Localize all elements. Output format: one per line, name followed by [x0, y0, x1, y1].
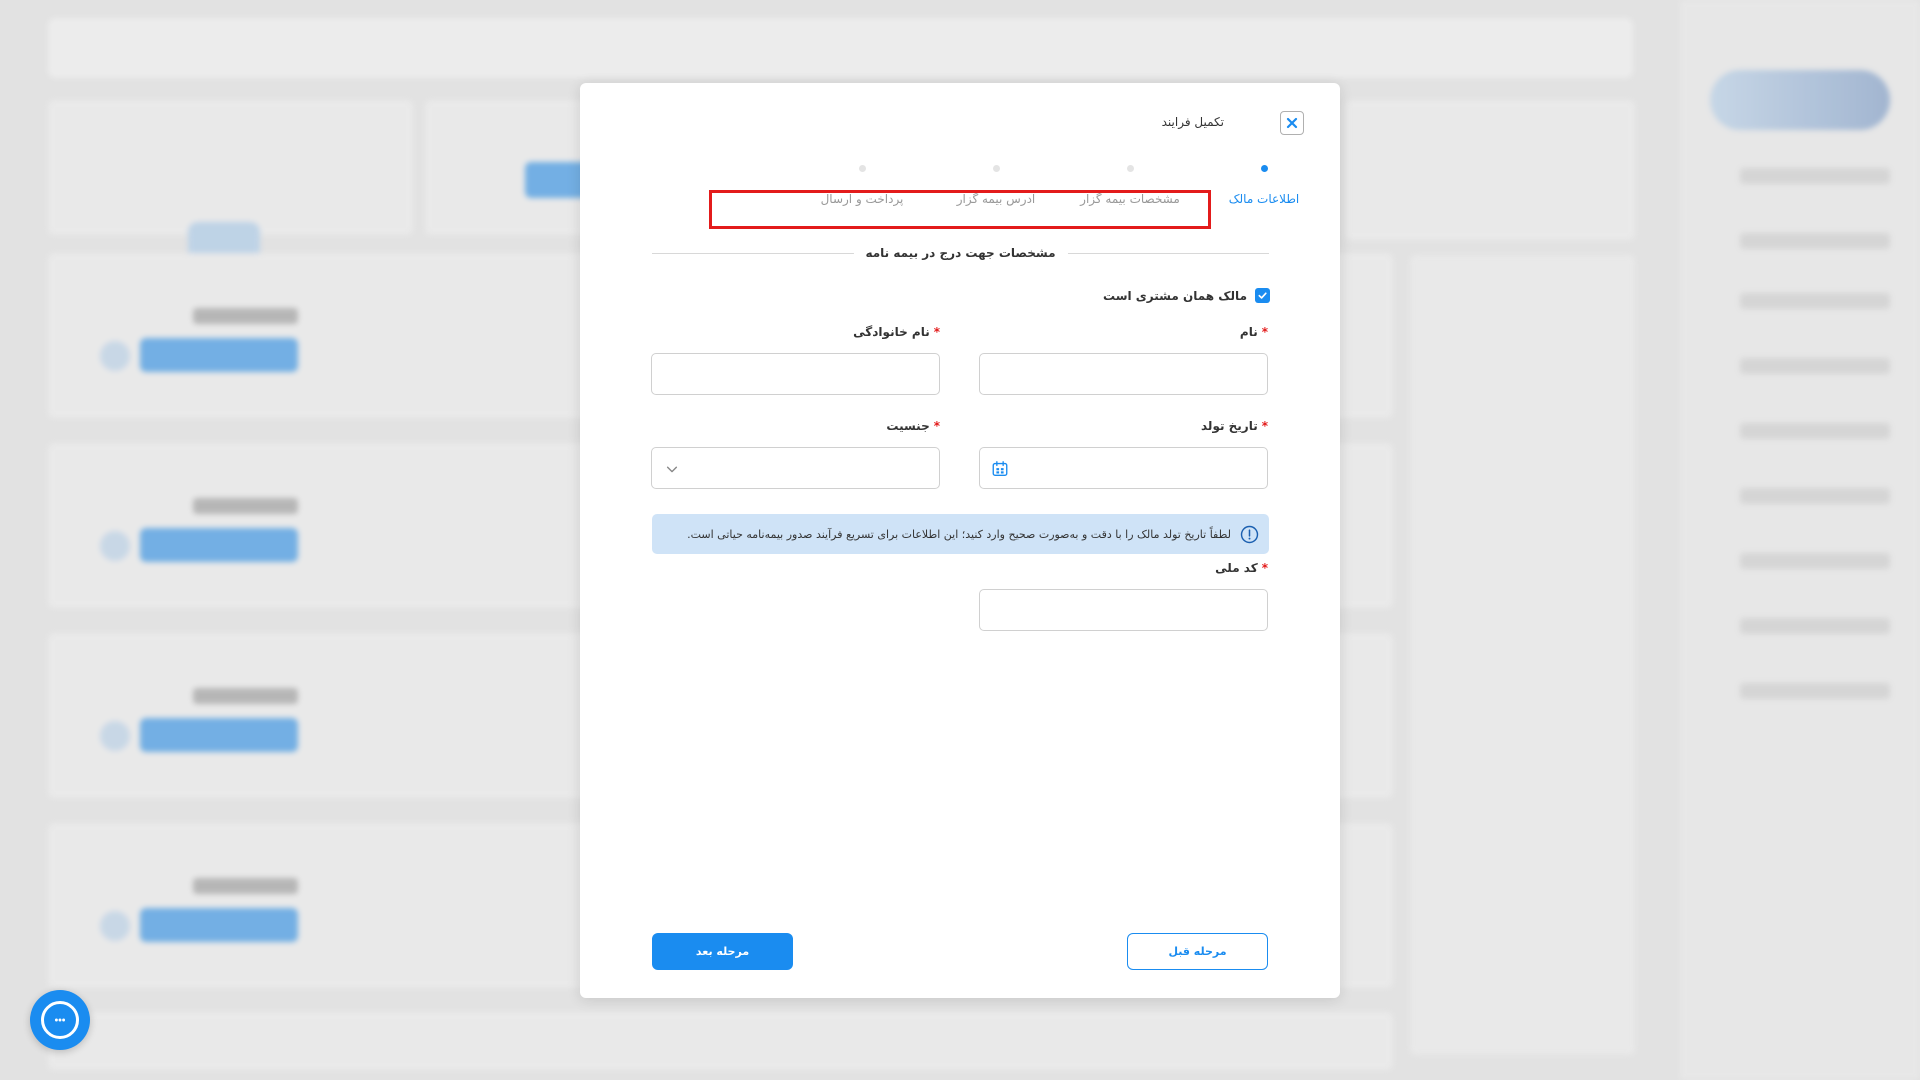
step-owner-info[interactable]: اطلاعات مالک — [1194, 165, 1334, 206]
divider — [1054, 253, 1269, 254]
next-step-button[interactable]: مرحله بعد — [652, 933, 793, 970]
checkbox-box[interactable] — [1255, 288, 1270, 303]
close-icon — [1286, 117, 1298, 129]
required-marker: * — [1261, 419, 1268, 433]
owner-same-as-customer-checkbox[interactable]: مالک همان مشتری است — [1103, 288, 1270, 303]
gender-select-value[interactable] — [664, 461, 927, 475]
first-name-input[interactable] — [992, 367, 1255, 381]
birth-date-notice: لطفاً تاریخ تولد مالک را با دقت و به‌صور… — [652, 514, 1269, 554]
chevron-down-icon[interactable] — [662, 459, 682, 479]
step-dot — [858, 165, 866, 172]
steps-highlight-box — [709, 190, 1211, 229]
info-icon — [1239, 524, 1259, 544]
previous-step-button[interactable]: مرحله قبل — [1127, 933, 1268, 970]
divider — [652, 253, 867, 254]
gender-select[interactable] — [651, 447, 940, 489]
step-dot — [1260, 165, 1268, 172]
step-dot — [1126, 165, 1134, 172]
last-name-input[interactable] — [664, 367, 927, 381]
birth-date-input[interactable] — [992, 461, 1255, 475]
chat-icon — [41, 1001, 79, 1039]
required-marker: * — [1261, 561, 1268, 575]
check-icon — [1258, 292, 1267, 299]
notice-text: لطفاً تاریخ تولد مالک را با دقت و به‌صور… — [687, 527, 1231, 541]
birth-date-label: *تاریخ تولد — [1201, 419, 1268, 433]
national-code-label: *کد ملی — [1215, 561, 1268, 575]
calendar-icon[interactable] — [990, 459, 1010, 479]
checkbox-label: مالک همان مشتری است — [1103, 288, 1247, 303]
last-name-label: *نام خانوادگی — [853, 325, 940, 339]
birth-date-field[interactable] — [979, 447, 1268, 489]
step-label: اطلاعات مالک — [1228, 192, 1300, 206]
close-button[interactable] — [1280, 111, 1304, 135]
first-name-label-text: نام — [1239, 325, 1258, 339]
gender-label-text: جنسیت — [886, 419, 930, 433]
first-name-label: *نام — [1240, 325, 1268, 339]
required-marker: * — [933, 325, 940, 339]
last-name-field[interactable] — [651, 353, 940, 395]
step-dot — [992, 165, 1000, 172]
national-code-label-text: کد ملی — [1215, 561, 1258, 575]
chat-support-button[interactable] — [30, 990, 90, 1050]
required-marker: * — [1261, 325, 1268, 339]
modal-title: تکمیل فرایند — [1161, 115, 1224, 129]
section-title: مشخصات جهت درج در بیمه نامه — [853, 246, 1068, 260]
national-code-field[interactable] — [979, 589, 1268, 631]
national-code-input[interactable] — [992, 603, 1255, 617]
modal-header: تکمیل فرایند — [616, 111, 1304, 137]
birth-date-label-text: تاریخ تولد — [1201, 419, 1258, 433]
first-name-field[interactable] — [979, 353, 1268, 395]
last-name-label-text: نام خانوادگی — [853, 325, 930, 339]
complete-process-modal: تکمیل فرایند اطلاعات مالک مشخصات بیمه گز… — [580, 83, 1340, 998]
required-marker: * — [933, 419, 940, 433]
gender-label: *جنسیت — [886, 419, 940, 433]
section-header: مشخصات جهت درج در بیمه نامه — [652, 246, 1269, 262]
